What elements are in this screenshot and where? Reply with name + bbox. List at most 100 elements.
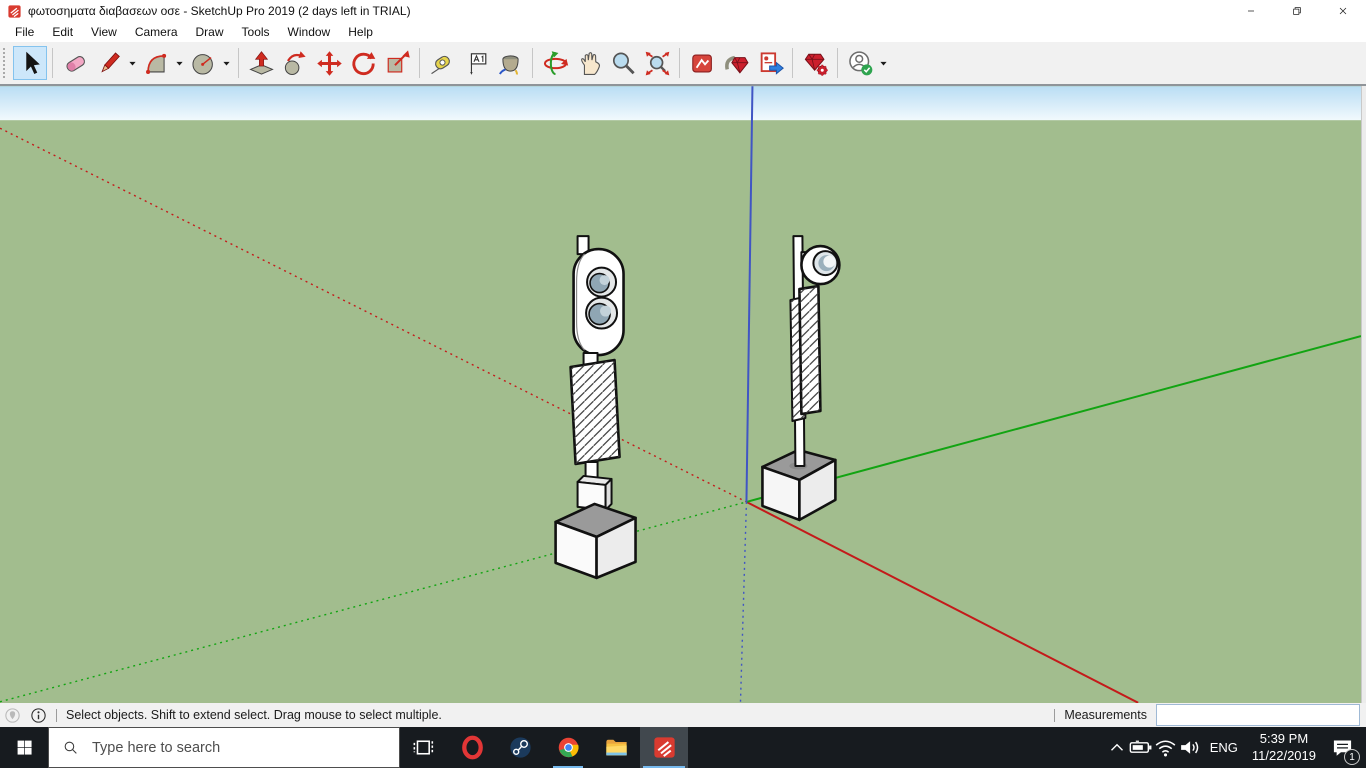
window-title: φωτοσηματα διαβασεων οσε - SketchUp Pro … [28, 4, 411, 18]
3d-warehouse-button[interactable] [685, 46, 719, 80]
taskbar-opera[interactable] [448, 727, 496, 768]
tape-icon [429, 50, 456, 77]
taskbar-chrome[interactable] [544, 727, 592, 768]
clock[interactable]: 5:39 PM 11/22/2019 [1245, 727, 1323, 768]
clock-date: 11/22/2019 [1251, 747, 1316, 763]
eraser-button[interactable] [58, 46, 92, 80]
signal-head-right [800, 244, 841, 286]
status-separator [1054, 708, 1056, 722]
menu-tools[interactable]: Tools [233, 23, 279, 42]
system-tray: ENG 5:39 PM 11/22/2019 1 [1106, 727, 1366, 768]
taskbar-task-view[interactable] [400, 727, 448, 768]
action-center-button[interactable]: 1 [1323, 727, 1361, 768]
taskbar-search[interactable] [48, 727, 400, 768]
rotate-button[interactable] [346, 46, 380, 80]
menu-camera[interactable]: Camera [126, 23, 187, 42]
menu-file[interactable]: File [6, 23, 43, 42]
shapes-icon [190, 50, 217, 77]
signal-lens-upper [586, 266, 618, 298]
account-dropdown[interactable] [877, 46, 890, 80]
viewport [0, 84, 1366, 703]
wh3d-icon [689, 50, 716, 77]
eraser-icon [62, 50, 89, 77]
extension-warehouse-button[interactable] [719, 46, 753, 80]
select-button[interactable] [13, 46, 47, 80]
arcs-dropdown[interactable] [173, 46, 186, 80]
extmgr-icon [802, 50, 829, 77]
scale-button[interactable] [380, 46, 414, 80]
chrome-icon [556, 735, 581, 760]
share-icon [757, 50, 784, 77]
toolbar-separator [837, 48, 838, 78]
notification-badge: 1 [1344, 749, 1360, 765]
taskbar-file-explorer[interactable] [592, 727, 640, 768]
steam-icon [508, 735, 533, 760]
toolbar-drag-handle[interactable] [3, 48, 10, 78]
taskbar: ENG 5:39 PM 11/22/2019 1 [0, 727, 1366, 768]
volume-icon [1178, 735, 1203, 760]
account-icon [847, 50, 874, 77]
zoom-button[interactable] [606, 46, 640, 80]
chevron-up-icon [1106, 735, 1128, 760]
line-dropdown[interactable] [126, 46, 139, 80]
paint-icon [497, 50, 524, 77]
status-help-text: Select objects. Shift to extend select. … [66, 708, 442, 722]
start-button[interactable] [0, 727, 48, 768]
menu-view[interactable]: View [82, 23, 126, 42]
menu-help[interactable]: Help [339, 23, 382, 42]
menu-edit[interactable]: Edit [43, 23, 82, 42]
menu-draw[interactable]: Draw [187, 23, 233, 42]
arcs-button[interactable] [139, 46, 173, 80]
title-bar: φωτοσηματα διαβασεων οσε - SketchUp Pro … [0, 0, 1366, 22]
orbit-button[interactable] [538, 46, 572, 80]
taskbar-sketchup[interactable] [640, 727, 688, 768]
menu-bar: File Edit View Camera Draw Tools Window Help [0, 22, 1366, 42]
zoom-extents-button[interactable] [640, 46, 674, 80]
push-pull-button[interactable] [244, 46, 278, 80]
extension-manager-button[interactable] [798, 46, 832, 80]
pan-icon [576, 50, 603, 77]
orbit-icon [542, 50, 569, 77]
followme-icon [282, 50, 309, 77]
shapes-button[interactable] [186, 46, 220, 80]
geolocation-icon[interactable] [4, 707, 21, 724]
toolbar-separator [679, 48, 680, 78]
zoom-icon [610, 50, 637, 77]
toolbar-separator [419, 48, 420, 78]
minimize-button[interactable] [1228, 0, 1274, 22]
close-button[interactable] [1320, 0, 1366, 22]
search-icon [62, 739, 79, 756]
taskview-icon [412, 735, 437, 760]
signal-lens-lower [585, 296, 619, 330]
tape-measure-button[interactable] [425, 46, 459, 80]
restore-button[interactable] [1274, 0, 1320, 22]
chevron-down-icon [128, 59, 137, 68]
line-button[interactable] [92, 46, 126, 80]
battery-button[interactable] [1128, 727, 1153, 768]
toolbar-separator [792, 48, 793, 78]
tray-chevron-button[interactable] [1106, 727, 1128, 768]
measurements-input[interactable] [1156, 704, 1360, 726]
pan-button[interactable] [572, 46, 606, 80]
menu-window[interactable]: Window [279, 23, 340, 42]
text-button[interactable] [459, 46, 493, 80]
volume-button[interactable] [1178, 727, 1203, 768]
taskbar-steam[interactable] [496, 727, 544, 768]
model-canvas[interactable] [0, 86, 1361, 703]
sky [0, 86, 1361, 122]
chevron-down-icon [175, 59, 184, 68]
arc-icon [143, 50, 170, 77]
paint-bucket-button[interactable] [493, 46, 527, 80]
account-button[interactable] [843, 46, 877, 80]
language-indicator[interactable]: ENG [1203, 727, 1245, 768]
move-button[interactable] [312, 46, 346, 80]
search-input[interactable] [90, 738, 399, 757]
shapes-dropdown[interactable] [220, 46, 233, 80]
chevron-down-icon [879, 59, 888, 68]
follow-me-button[interactable] [278, 46, 312, 80]
opera-icon [460, 735, 485, 760]
share-model-button[interactable] [753, 46, 787, 80]
wifi-button[interactable] [1153, 727, 1178, 768]
toolbar-separator [238, 48, 239, 78]
help-info-icon[interactable] [30, 707, 47, 724]
